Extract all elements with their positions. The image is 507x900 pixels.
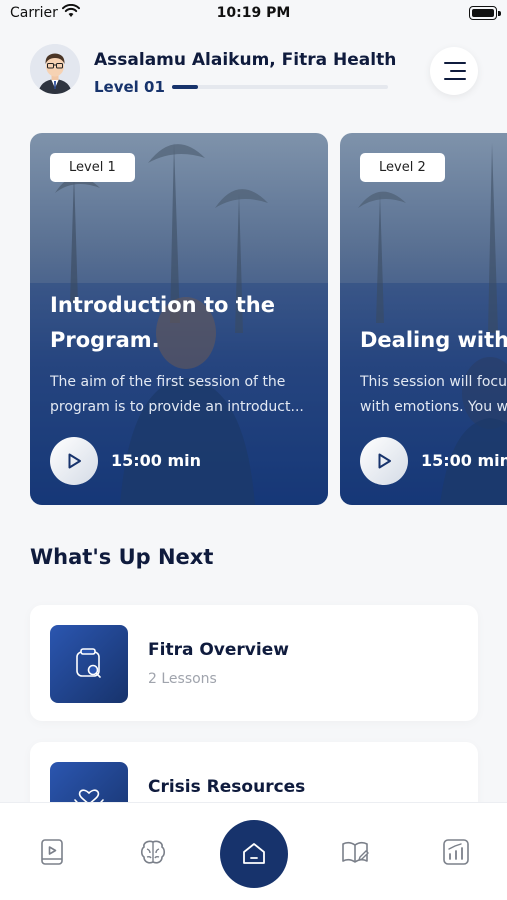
- card-description-line: program is to provide an introduct...: [50, 399, 304, 415]
- play-button[interactable]: [360, 437, 408, 485]
- lesson-carousel[interactable]: Level 1 Introduction to the Program. The…: [30, 133, 507, 505]
- card-title: Dealing with: [360, 328, 507, 352]
- chart-icon[interactable]: [441, 837, 471, 867]
- tab-bar: [0, 802, 507, 900]
- card-description-line: with emotions. You w: [360, 399, 507, 415]
- battery-icon: [469, 6, 501, 20]
- play-button[interactable]: [50, 437, 98, 485]
- card-description: This session will focu with emotions. Yo…: [360, 370, 507, 420]
- play-icon: [68, 453, 81, 469]
- card-title: Introduction to the Program.: [50, 293, 275, 352]
- lesson-title: Fitra Overview: [148, 640, 289, 660]
- header: Assalamu Alaikum, Fitra Health Level 01: [30, 44, 480, 100]
- video-lesson-icon[interactable]: [37, 837, 67, 867]
- level-tag: Level 1: [50, 153, 135, 182]
- duration-label: 15:00 min: [421, 451, 507, 470]
- clock: 10:19 PM: [216, 5, 291, 21]
- section-title-up-next: What's Up Next: [30, 545, 214, 569]
- lesson-title: Crisis Resources: [148, 777, 306, 797]
- status-bar: Carrier 10:19 PM: [0, 0, 507, 28]
- card-description: The aim of the first session of the prog…: [50, 370, 320, 420]
- menu-button[interactable]: [430, 47, 478, 95]
- search-icon: [50, 625, 128, 703]
- lesson-card-level-1[interactable]: Level 1 Introduction to the Program. The…: [30, 133, 328, 505]
- lesson-item-fitra-overview[interactable]: Fitra Overview 2 Lessons: [30, 605, 478, 721]
- level-progress-bar: [172, 85, 388, 89]
- card-description-line: The aim of the first session of the: [50, 374, 286, 390]
- lesson-count: 2 Lessons: [148, 671, 217, 687]
- lesson-card-level-2[interactable]: Level 2 Dealing with This session will f…: [340, 133, 507, 505]
- level-tag: Level 2: [360, 153, 445, 182]
- avatar[interactable]: [30, 44, 80, 94]
- home-icon: [243, 843, 265, 864]
- duration-label: 15:00 min: [111, 451, 202, 470]
- card-description-line: This session will focu: [360, 374, 507, 390]
- greeting-text: Assalamu Alaikum, Fitra Health: [94, 50, 397, 70]
- play-icon: [378, 453, 391, 469]
- level-label: Level 01: [94, 78, 165, 96]
- journal-icon[interactable]: [340, 837, 370, 867]
- home-button[interactable]: [220, 820, 288, 888]
- brain-icon[interactable]: [138, 837, 168, 867]
